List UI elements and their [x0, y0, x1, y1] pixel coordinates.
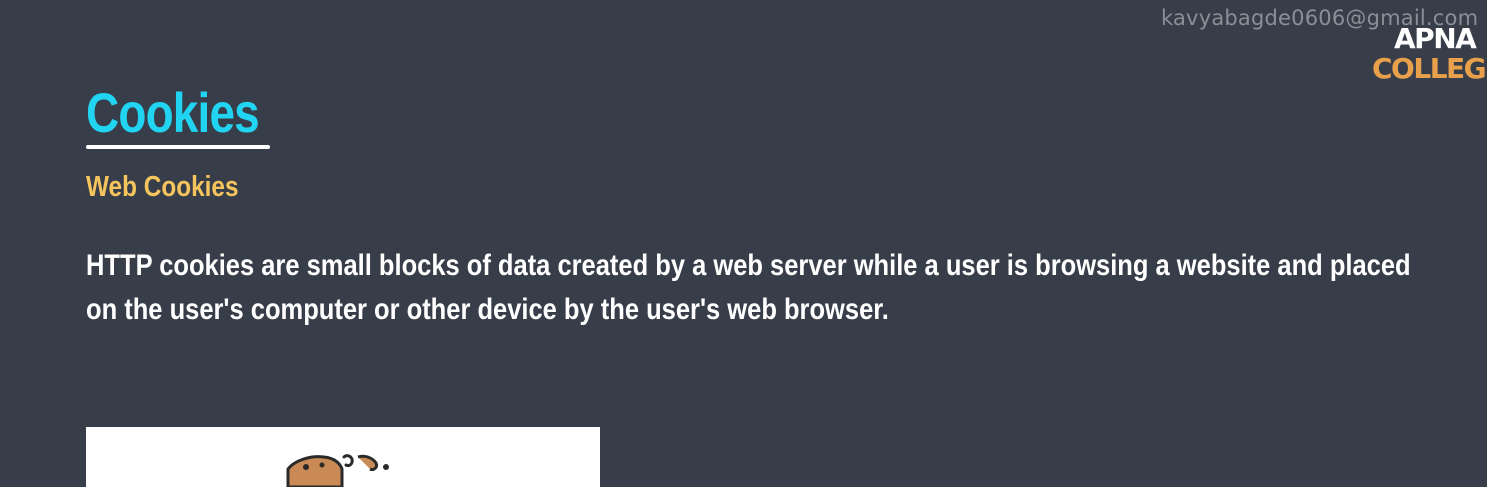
- slide-body-text: HTTP cookies are small blocks of data cr…: [86, 249, 1411, 326]
- title-underline: [86, 145, 270, 149]
- apna-college-logo: APNA COLLEGE: [1372, 24, 1487, 84]
- cookie-illustration-card: [86, 427, 600, 487]
- logo-line-apna: APNA: [1394, 22, 1477, 55]
- slide-title: Cookies: [86, 81, 260, 144]
- slide-subtitle: Web Cookies: [86, 171, 239, 203]
- cookie-icon: [286, 454, 389, 487]
- logo-line-college: COLLEGE: [1372, 52, 1487, 85]
